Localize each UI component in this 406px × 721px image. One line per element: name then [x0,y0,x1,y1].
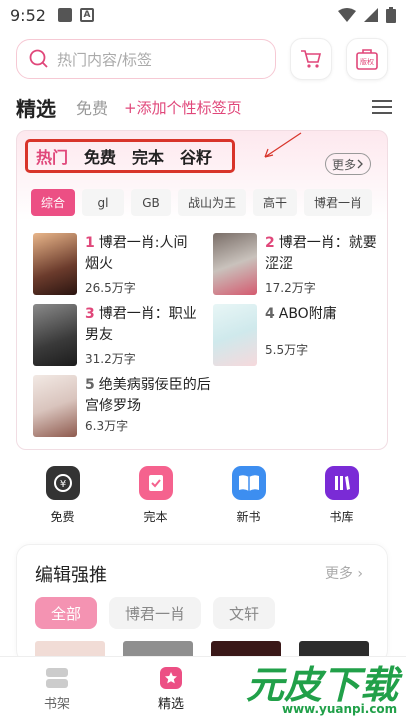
notification-icon [57,8,72,22]
wifi-icon [338,8,356,22]
book-cover [33,233,77,295]
quick-label: 完本 [143,510,168,524]
section-title: 编辑强推 [35,565,107,586]
book-word-count: 17.2万字 [265,281,316,295]
cart-icon [301,50,322,68]
nav-label: 精选 [157,697,184,712]
book-cover [213,304,257,366]
category-complete[interactable]: 完本 [132,144,164,168]
annotation-arrow [264,132,302,158]
tab-selected[interactable]: 精选 [16,93,56,122]
search-row: 热门内容/标签 版权 [16,38,392,80]
book-item[interactable]: 1 博君一肖:人间烟火 26.5万字 [33,233,201,296]
quick-library[interactable]: 书库 [295,466,388,530]
more-button[interactable]: 更多 [324,153,371,175]
book-item[interactable]: 3 博君一肖：职业男友 31.2万字 [33,304,201,367]
tag-gaogan[interactable]: 高干 [253,189,297,216]
chevron-right-icon [357,159,363,169]
search-placeholder: 热门内容/标签 [57,50,153,69]
category-free[interactable]: 免费 [84,144,116,168]
menu-icon[interactable] [372,99,392,115]
svg-text:¥: ¥ [59,479,65,490]
tag-filters: 综合 gl GB 战山为王 高干 博君一肖 [31,189,372,216]
quick-entries: ¥ 免费 完本 新书 书库 [16,466,388,530]
star-icon [160,667,182,689]
app-notification-icon: A [79,8,94,22]
book-title: 博君一肖：就要涩涩 [265,235,377,272]
add-tag-tab-link[interactable]: +添加个性标签页 [124,97,242,118]
book-item[interactable]: 5 绝美病弱佞臣的后宫修罗场 6.3万字 [33,375,215,437]
top-tabs: 精选 免费 +添加个性标签页 [16,92,392,122]
book-item[interactable]: 2 博君一肖：就要涩涩 17.2万字 [213,233,381,296]
nav-featured[interactable]: 精选 [114,657,228,721]
battery-icon [386,7,396,23]
book-title: 博君一肖：职业男友 [85,306,197,343]
tag-gl[interactable]: gl [82,189,124,216]
book-title: 绝美病弱佞臣的后宫修罗场 [85,377,211,414]
book-word-count: 6.3万字 [85,419,129,433]
book-item[interactable]: 4 ABO附庸 5.5万字 [213,304,381,366]
open-book-icon [231,466,266,500]
library-icon [324,466,359,500]
nav-bookshelf[interactable]: 书架 [0,657,114,721]
quick-label: 免费 [50,510,75,524]
cart-button[interactable] [290,38,332,80]
editor-picks-card: 编辑强推 更多 › 全部 博君一肖 文轩 [16,544,388,665]
search-icon [29,49,48,68]
tab-free[interactable]: 免费 [76,95,108,119]
watermark-url: www.yuanpi.com [282,702,398,716]
quick-label: 书库 [329,510,354,524]
book-cover [33,375,77,437]
status-bar: 9:52 A [0,0,406,30]
editor-tab-wenxuan[interactable]: 文轩 [213,597,276,629]
book-rank: 2 [265,235,275,251]
site-watermark: 元皮下载 www.yuanpi.com [232,652,402,720]
watermark-logo-text: 元皮下载 [246,663,399,707]
book-rank: 1 [85,235,95,251]
quick-new[interactable]: 新书 [202,466,295,530]
copyright-button[interactable]: 版权 [346,38,388,80]
search-input[interactable]: 热门内容/标签 [16,39,276,79]
book-word-count: 5.5万字 [265,343,309,357]
check-book-icon [138,466,173,500]
book-rank: 4 [265,306,275,322]
category-tabs: 热门 免费 完本 谷籽 [25,139,235,173]
editor-tab-all[interactable]: 全部 [35,597,98,629]
book-cover [33,304,77,366]
tag-gb[interactable]: GB [131,189,171,216]
editor-tabs: 全部 博君一肖 文轩 [35,597,276,629]
coin-icon: ¥ [45,466,80,500]
book-rank: 5 [85,377,95,393]
book-title: 博君一肖:人间烟火 [85,235,188,272]
book-word-count: 31.2万字 [85,352,136,366]
category-hot[interactable]: 热门 [36,144,68,168]
book-word-count: 26.5万字 [85,281,136,295]
status-time: 9:52 [10,5,46,25]
editor-tab-bojun[interactable]: 博君一肖 [109,597,202,629]
nav-label: 书架 [43,697,70,712]
category-merch[interactable]: 谷籽 [180,144,212,168]
editor-more-link[interactable]: 更多 › [325,563,363,583]
book-title: ABO附庸 [278,306,337,322]
quick-label: 新书 [236,510,261,524]
quick-free[interactable]: ¥ 免费 [16,466,109,530]
more-label: 更多 [331,157,356,172]
bookshelf-icon [46,668,68,688]
tag-zhanshan[interactable]: 战山为王 [178,189,246,216]
hot-ranking-card: 热门 免费 完本 谷籽 更多 综合 gl GB 战山为王 高干 博君一肖 1 博君… [16,130,388,450]
copyright-label: 版权 [360,58,374,66]
quick-complete[interactable]: 完本 [109,466,202,530]
book-cover [213,233,257,295]
signal-icon [364,8,378,22]
tag-bojun[interactable]: 博君一肖 [304,189,372,216]
tag-all[interactable]: 综合 [31,189,75,216]
book-rank: 3 [85,306,95,322]
